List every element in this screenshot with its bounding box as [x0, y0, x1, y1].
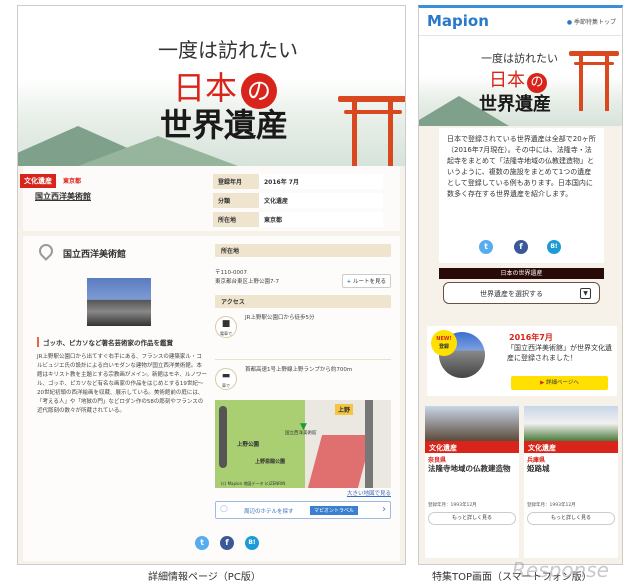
- map-label: 上野公園: [237, 442, 260, 448]
- access-item: ▬ 車で 首都高速1号上野線上野ランプから約700m: [215, 360, 391, 400]
- info-row: 登録年月 2016年 7月: [213, 174, 383, 189]
- hero-line3: 世界遺産: [479, 94, 551, 115]
- info-label: 所在地: [213, 212, 259, 227]
- prefecture: 東京都: [63, 178, 82, 185]
- heritage-tag: 文化遺産: [425, 441, 519, 453]
- card-prefecture: 奈良県: [428, 457, 447, 464]
- hero-line1: 一度は訪れたい: [158, 38, 298, 62]
- info-value: 2016年 7月: [259, 174, 383, 189]
- info-value: 文化遺産: [259, 193, 383, 208]
- hatena-icon[interactable]: B!: [547, 240, 561, 254]
- heritage-tag: 文化遺産: [20, 174, 56, 188]
- card-photo: [524, 406, 618, 441]
- detail-card: 国立西洋美術館 ゴッホ、ピカソなど著名芸術家の作品を鑑賞 JR上野駅公園口から出…: [23, 236, 400, 561]
- hotel-text: 周辺のホテルを探す: [244, 509, 294, 515]
- map-label: 上野恩賜公園: [255, 459, 286, 465]
- zoom-slider[interactable]: [219, 406, 227, 468]
- more-button[interactable]: もっと詳しく見る: [527, 512, 615, 525]
- intro-text: 日本で登録されている世界遺産は全部で20ヶ所（2016年7月現在）。その中には、…: [447, 135, 596, 198]
- card-name: 法隆寺地域の仏教建造物: [428, 464, 511, 473]
- map-label: 上野: [335, 404, 354, 415]
- card-name: 姫路城: [527, 464, 550, 473]
- hero-line3: 世界遺産: [160, 106, 289, 144]
- detail-page-button[interactable]: ▶ 詳細ページへ: [511, 376, 608, 390]
- heritage-card[interactable]: 文化遺産 奈良県 法隆寺地域の仏教建造物 登録年月：1993年12月 もっと詳し…: [425, 406, 519, 558]
- access-item: ■ 電車で JR上野駅公園口から徒歩5分: [215, 308, 391, 360]
- news-date: 2016年7月: [509, 333, 553, 342]
- train-icon: ■ 電車で: [215, 316, 237, 338]
- detail-title: 国立西洋美術館: [63, 250, 127, 260]
- response-watermark: Response: [512, 558, 609, 582]
- access-text: 首都高速1号上野線上野ランプから約700m: [245, 367, 353, 373]
- access-text: JR上野駅公園口から徒歩5分: [245, 315, 315, 321]
- torii-image: [338, 96, 405, 166]
- info-label: 登録年月: [213, 174, 259, 189]
- card-photo: [425, 406, 519, 441]
- car-icon: ▬ 車で: [215, 368, 237, 390]
- map[interactable]: 上野 上野公園 上野恩賜公園 国立西洋美術館 ▼ (c) Mapion 地図デー…: [215, 400, 391, 488]
- news-card: NEW! 登録 2016年7月 「国立西洋美術館」が世界文化遺産に登録されました！…: [427, 326, 617, 396]
- info-row: 分類 文化遺産: [213, 193, 383, 208]
- travel-badge: マピオントラベル: [310, 506, 359, 515]
- triangle-icon: ▶: [540, 380, 545, 386]
- news-text: 「国立西洋美術館」が世界文化遺産に登録されました！: [507, 344, 612, 362]
- map-pin-icon: ▼: [300, 422, 307, 432]
- torii-image: [569, 51, 619, 111]
- info-row: 所在地 東京都: [213, 212, 383, 227]
- hotel-search-bar[interactable]: ○ 周辺のホテルを探す マピオントラベル ›: [215, 501, 391, 519]
- hatena-icon[interactable]: B!: [245, 536, 259, 550]
- info-label: 分類: [213, 193, 259, 208]
- new-badge: NEW! 登録: [431, 330, 457, 356]
- access-header: アクセス: [215, 295, 391, 308]
- intro-card: 日本で登録されている世界遺産は全部で20ヶ所（2016年7月現在）。その中には、…: [439, 128, 604, 263]
- detail-subtitle: ゴッホ、ピカソなど著名芸術家の作品を鑑賞: [37, 337, 173, 347]
- detail-body: JR上野駅公園口から出てすぐ右手にある、フランスの建築家ル・コルビュジエ氏の設計…: [37, 354, 208, 414]
- hero-line1: 一度は訪れたい: [481, 52, 558, 65]
- info-table: 登録年月 2016年 7月 分類 文化遺産 所在地 東京都: [213, 174, 383, 227]
- info-value: 東京都: [259, 212, 383, 227]
- card-date: 登録年月：1993年12月: [428, 503, 477, 508]
- more-button[interactable]: もっと詳しく見る: [428, 512, 516, 525]
- card-prefecture: 兵庫県: [527, 457, 546, 464]
- location-header: 所在地: [215, 244, 391, 257]
- pc-page: 一度は訪れたい 日本の 世界遺産 文化遺産 東京都 国立西洋美術館 登録年月 20…: [17, 5, 406, 565]
- twitter-icon[interactable]: t: [479, 240, 493, 254]
- season-top-link[interactable]: ● 季節特集トップ: [567, 17, 616, 26]
- pc-hero: 一度は訪れたい 日本の 世界遺産: [18, 6, 405, 166]
- location-pin-icon: [36, 241, 56, 261]
- sp-hero: 一度は訪れたい 日本の 世界遺産: [419, 36, 622, 126]
- twitter-icon[interactable]: t: [195, 536, 209, 550]
- museum-photo: [87, 278, 151, 326]
- chevron-right-icon: ›: [382, 504, 386, 515]
- route-button[interactable]: + ルートを見る: [341, 274, 391, 288]
- bullet-icon: ●: [566, 19, 573, 26]
- location-section: 所在地 〒110-0007 東京都台東区上野公園7-7 + ルートを見る アクセ…: [215, 244, 391, 519]
- heritage-select[interactable]: 世界遺産を選択する ▼: [443, 282, 600, 304]
- section-title: 日本の世界遺産: [439, 268, 604, 279]
- heritage-tag: 文化遺産: [524, 441, 618, 453]
- hero-line2: 日本の: [489, 66, 547, 93]
- sp-page: Mapion ● 季節特集トップ 一度は訪れたい 日本の 世界遺産 日本で登録さ…: [418, 5, 623, 565]
- heritage-card[interactable]: 文化遺産 兵庫県 姫路城 登録年月：1993年12月 もっと詳しく見る: [524, 406, 618, 558]
- sp-header: Mapion ● 季節特集トップ: [419, 8, 622, 36]
- info-card: 文化遺産 東京都 国立西洋美術館 登録年月 2016年 7月 分類 文化遺産 所在地…: [20, 166, 400, 231]
- search-icon: ○: [220, 504, 228, 514]
- route-label: ルートを見る: [352, 279, 386, 285]
- map-copyright: (c) Mapion 地図データ (c)ZENRIN: [221, 481, 286, 486]
- card-date: 登録年月：1993年12月: [527, 503, 576, 508]
- mapion-logo[interactable]: Mapion: [427, 12, 489, 30]
- info-title: 国立西洋美術館: [35, 192, 91, 201]
- facebook-icon[interactable]: f: [514, 240, 528, 254]
- large-map-link[interactable]: 大きい地図で見る: [215, 489, 391, 497]
- pc-caption: 詳細情報ページ（PC版）: [148, 572, 261, 583]
- chevron-down-icon: ▼: [580, 288, 591, 299]
- select-label: 世界遺産を選択する: [480, 290, 543, 298]
- facebook-icon[interactable]: f: [220, 536, 234, 550]
- route-icon: +: [346, 279, 352, 285]
